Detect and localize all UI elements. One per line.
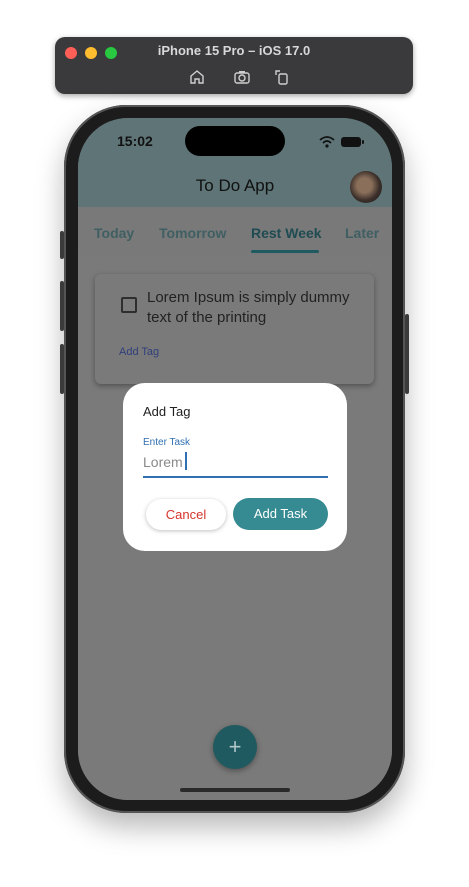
text-caret [185, 452, 187, 470]
tab-later[interactable]: Later [345, 225, 379, 241]
action-button[interactable] [60, 231, 64, 259]
app-header: 15:02 To Do App [78, 118, 392, 207]
status-icons [319, 136, 364, 148]
wifi-icon [319, 136, 335, 148]
add-tag-link[interactable]: Add Tag [119, 346, 159, 358]
home-indicator[interactable] [180, 788, 290, 792]
volume-up-button[interactable] [60, 281, 64, 331]
add-tag-dialog: Add Tag Enter Task Cancel Add Task [123, 383, 347, 551]
task-checkbox[interactable] [121, 297, 137, 313]
home-icon[interactable] [188, 68, 206, 86]
battery-icon [341, 137, 364, 147]
dynamic-island [185, 126, 285, 156]
tab-today[interactable]: Today [94, 225, 134, 241]
active-tab-indicator [251, 250, 319, 253]
task-field-label: Enter Task [143, 437, 191, 448]
plus-icon: + [228, 734, 242, 759]
status-time: 15:02 [117, 133, 153, 149]
tab-tomorrow[interactable]: Tomorrow [159, 225, 226, 241]
tab-rest-week[interactable]: Rest Week [251, 225, 322, 241]
phone-screen: 15:02 To Do App Today Tomorrow Rest Week… [78, 118, 392, 800]
task-card: Lorem Ipsum is simply dummy text of the … [95, 274, 374, 384]
tab-bar: Today Tomorrow Rest Week Later [78, 207, 392, 255]
task-input-underline [143, 476, 328, 478]
add-task-fab[interactable]: + [213, 725, 257, 769]
simulator-title-bar: iPhone 15 Pro – iOS 17.0 [55, 37, 413, 94]
avatar[interactable] [350, 171, 382, 203]
app-title: To Do App [195, 176, 275, 195]
add-task-button[interactable]: Add Task [233, 498, 328, 530]
power-button[interactable] [405, 314, 409, 394]
cancel-button[interactable]: Cancel [146, 499, 226, 530]
dialog-title: Add Tag [143, 404, 191, 419]
volume-down-button[interactable] [60, 344, 64, 394]
task-text: Lorem Ipsum is simply dummy text of the … [147, 289, 350, 326]
simulator-title: iPhone 15 Pro – iOS 17.0 [157, 43, 311, 58]
task-input[interactable] [143, 450, 328, 474]
rotate-icon[interactable] [273, 68, 291, 86]
screenshot-icon[interactable] [233, 68, 251, 86]
